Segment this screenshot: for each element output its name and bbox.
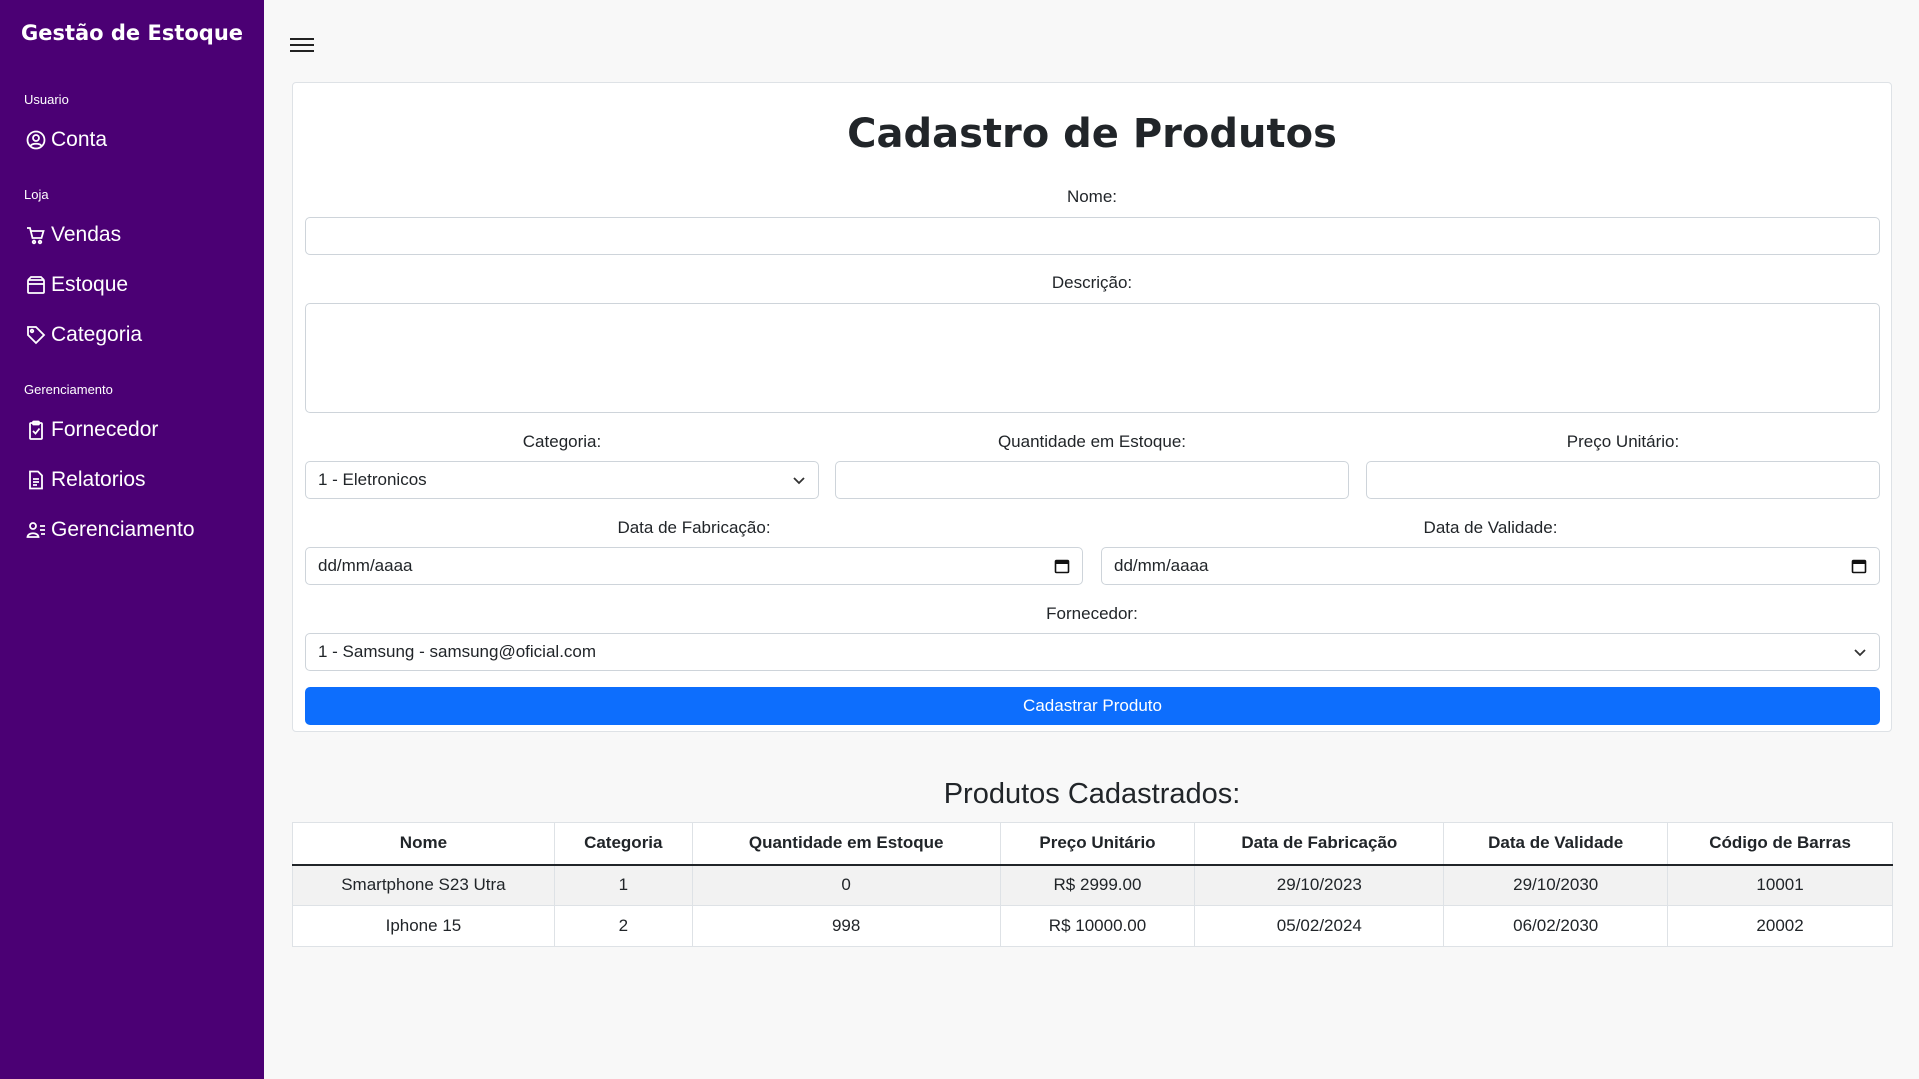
table-cell: R$ 2999.00 xyxy=(999,864,1196,906)
sidebar-item-fornecedor[interactable]: Fornecedor xyxy=(0,405,264,455)
table-cell: 10001 xyxy=(1667,864,1893,906)
cart-icon xyxy=(27,227,45,245)
nome-input[interactable] xyxy=(305,217,1880,255)
user-list-icon xyxy=(26,522,45,538)
sidebar-item-label: Estoque xyxy=(51,273,129,296)
box-icon xyxy=(27,276,45,294)
table-cell: 05/02/2024 xyxy=(1194,905,1445,947)
sidebar-item-vendas[interactable]: Vendas xyxy=(0,210,264,260)
fornecedor-selected-value: 1 - Samsung - samsung@oficial.com xyxy=(318,642,597,661)
calendar-icon[interactable] xyxy=(1054,558,1070,574)
categoria-select[interactable]: 1 - Eletronicos xyxy=(305,461,819,499)
column-header: Data de Validade xyxy=(1443,822,1669,866)
page-title: Cadastro de Produtos xyxy=(847,111,1337,157)
chevron-down-icon xyxy=(793,477,805,485)
table-cell: 0 xyxy=(691,864,1001,906)
validade-date-input[interactable]: dd/mm/aaaa xyxy=(1101,547,1880,585)
preco-input[interactable] xyxy=(1366,461,1880,499)
clipboard-check-icon xyxy=(29,420,43,440)
quantidade-label: Quantidade em Estoque: xyxy=(997,432,1187,451)
sidebar-item-label: Gerenciamento xyxy=(51,518,195,541)
fornecedor-label: Fornecedor: xyxy=(1046,604,1138,623)
sidebar: Gestão de Estoque Usuario Conta Loja Ven… xyxy=(0,0,264,1079)
section-label-gerenciamento: Gerenciamento xyxy=(24,382,113,397)
sidebar-item-categoria[interactable]: Categoria xyxy=(0,310,264,360)
categoria-selected-value: 1 - Eletronicos xyxy=(318,470,427,489)
fabricacao-label: Data de Fabricação: xyxy=(617,518,771,537)
sidebar-item-label: Relatorios xyxy=(51,468,146,491)
table-cell: 1 xyxy=(553,864,693,906)
fabricacao-placeholder: dd/mm/aaaa xyxy=(318,556,413,575)
sidebar-item-estoque[interactable]: Estoque xyxy=(0,260,264,310)
table-row: Iphone 15 2 998 R$ 10000.00 05/02/2024 0… xyxy=(292,905,1893,947)
table-header-row: Nome Categoria Quantidade em Estoque Pre… xyxy=(292,822,1893,866)
column-header: Código de Barras xyxy=(1667,822,1893,866)
categoria-label: Categoria: xyxy=(522,432,602,451)
fabricacao-date-input[interactable]: dd/mm/aaaa xyxy=(305,547,1083,585)
nome-label: Nome: xyxy=(1066,187,1118,206)
table-row: Smartphone S23 Utra 1 0 R$ 2999.00 29/10… xyxy=(292,864,1893,906)
table-cell: Smartphone S23 Utra xyxy=(292,864,555,906)
table-cell: 998 xyxy=(691,905,1001,947)
column-header: Data de Fabricação xyxy=(1194,822,1445,866)
products-table-title: Produtos Cadastrados: xyxy=(943,778,1241,810)
user-circle-icon xyxy=(26,130,46,150)
app-title: Gestão de Estoque xyxy=(20,21,244,45)
table-cell: 29/10/2030 xyxy=(1443,864,1669,906)
column-header: Categoria xyxy=(553,822,693,866)
table-cell: 2 xyxy=(553,905,693,947)
validade-label: Data de Validade: xyxy=(1423,518,1558,537)
sidebar-item-label: Fornecedor xyxy=(51,418,159,441)
preco-label: Preço Unitário: xyxy=(1566,432,1680,451)
calendar-icon[interactable] xyxy=(1851,558,1867,574)
section-label-usuario: Usuario xyxy=(24,92,69,107)
descricao-textarea[interactable] xyxy=(305,303,1880,413)
chevron-down-icon xyxy=(1854,649,1866,657)
table-cell: 20002 xyxy=(1667,905,1893,947)
document-icon xyxy=(29,470,43,490)
table-cell: R$ 10000.00 xyxy=(999,905,1196,947)
sidebar-item-label: Vendas xyxy=(51,223,122,246)
table-cell: Iphone 15 xyxy=(292,905,555,947)
product-form-card: Cadastro de Produtos Nome: Descrição: Ca… xyxy=(292,82,1892,732)
column-header: Nome xyxy=(292,822,555,866)
table-cell: 06/02/2030 xyxy=(1443,905,1669,947)
fornecedor-select[interactable]: 1 - Samsung - samsung@oficial.com xyxy=(305,633,1880,671)
sidebar-item-conta[interactable]: Conta xyxy=(0,115,264,165)
cadastrar-produto-button[interactable]: Cadastrar Produto xyxy=(305,687,1880,725)
tag-icon xyxy=(27,326,46,345)
validade-placeholder: dd/mm/aaaa xyxy=(1114,556,1209,575)
sidebar-item-label: Categoria xyxy=(51,323,143,346)
descricao-label: Descrição: xyxy=(1051,273,1133,292)
column-header: Quantidade em Estoque xyxy=(691,822,1001,866)
quantidade-input[interactable] xyxy=(835,461,1349,499)
menu-toggle-icon[interactable] xyxy=(290,34,314,58)
sidebar-item-gerenciamento[interactable]: Gerenciamento xyxy=(0,505,264,555)
column-header: Preço Unitário xyxy=(999,822,1196,866)
section-label-loja: Loja xyxy=(24,187,49,202)
table-cell: 29/10/2023 xyxy=(1194,864,1445,906)
products-table: Nome Categoria Quantidade em Estoque Pre… xyxy=(292,822,1893,947)
sidebar-item-relatorios[interactable]: Relatorios xyxy=(0,455,264,505)
sidebar-item-label: Conta xyxy=(51,128,108,151)
